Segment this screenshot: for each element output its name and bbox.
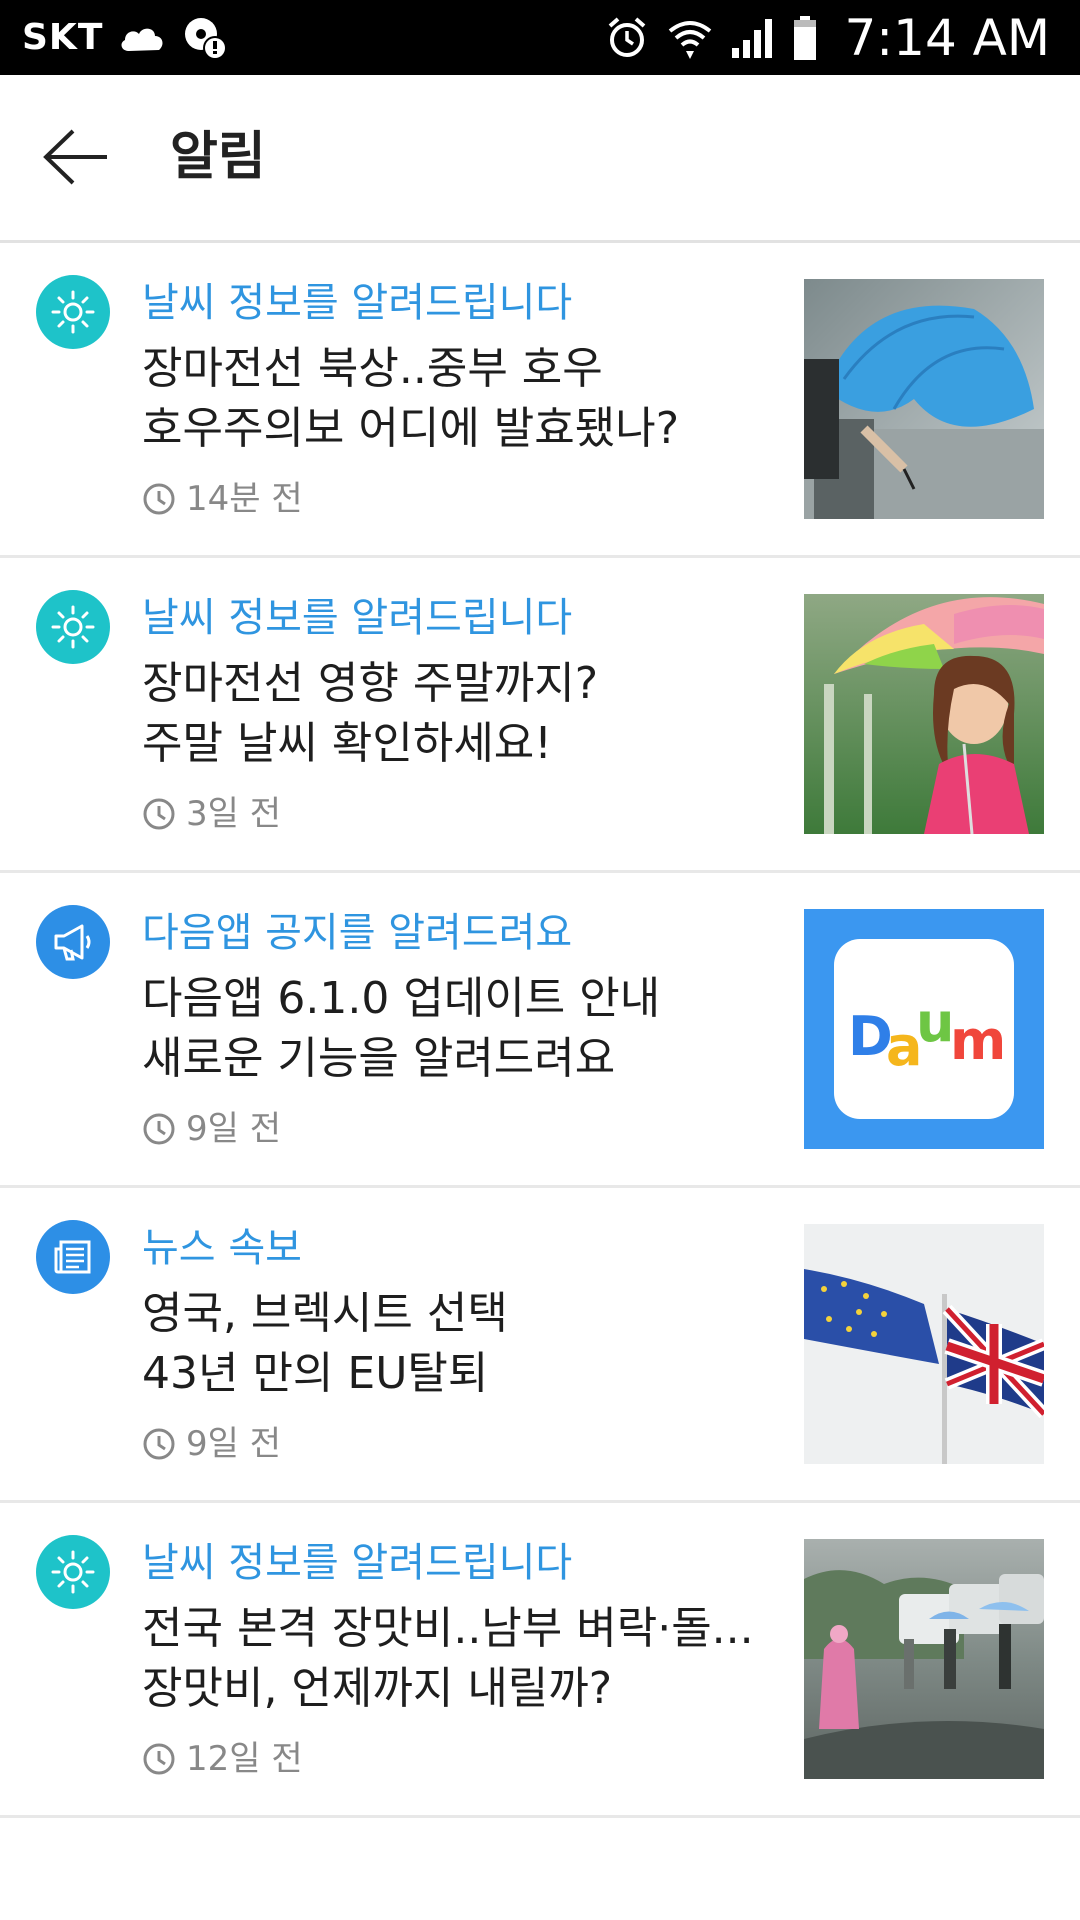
headline-line-1: 장마전선 북상..중부 호우 [142,343,603,394]
notification-category: 날씨 정보를 알려드립니다 [142,1540,573,1586]
time-ago-label: 3일 전 [186,794,281,834]
sun-icon [36,1535,110,1609]
notification-item[interactable]: 다음앱 공지를 알려드려요 다음앱 6.1.0 업데이트 안내 새로운 기능을 … [0,873,1080,1188]
notification-time: 12일 전 [142,1737,303,1781]
notification-headline: 영국, 브렉시트 선택 43년 만의 EU탈퇴 [142,1284,508,1404]
headline-line-2: 주말 날씨 확인하세요! [142,718,552,769]
headline-line-1: 장마전선 영향 주말까지? [142,658,599,709]
notification-headline: 장마전선 영향 주말까지? 주말 날씨 확인하세요! [142,654,598,774]
headline-line-2: 호우주의보 어디에 발효됐나? [142,403,680,454]
notification-item[interactable]: 날씨 정보를 알려드립니다 장마전선 북상..중부 호우 호우주의보 어디에 발… [0,243,1080,558]
storage-alert-icon [181,14,229,62]
app-bar: 알림 [0,75,1080,243]
alarm-icon [604,15,650,61]
carrier-label: SKT [22,17,104,58]
time-ago-label: 12일 전 [186,1739,303,1779]
notification-category: 뉴스 속보 [142,1225,302,1271]
page-title: 알림 [170,127,266,187]
notification-time: 3일 전 [142,792,281,836]
notification-category: 다음앱 공지를 알려드려요 [142,910,573,956]
headline-line-1: 다음앱 6.1.0 업데이트 안내 [142,973,661,1024]
notification-category: 날씨 정보를 알려드립니다 [142,595,573,641]
newspaper-icon [36,1220,110,1294]
battery-icon [792,15,818,61]
clock-icon [143,1113,175,1145]
cloud-icon [117,21,167,55]
notification-headline: 전국 본격 장맛비..남부 벼락·돌... 장맛비, 언제까지 내릴까? [142,1599,754,1719]
daum-logo: D a u m [804,909,1044,1149]
notification-headline: 다음앱 6.1.0 업데이트 안내 새로운 기능을 알려드려요 [142,969,660,1089]
rainy-street-photo [804,1539,1044,1779]
headline-line-1: 영국, 브렉시트 선택 [142,1288,508,1339]
notification-category: 날씨 정보를 알려드립니다 [142,280,573,326]
notification-headline: 장마전선 북상..중부 호우 호우주의보 어디에 발효됐나? [142,339,679,459]
svg-text:u: u [916,991,954,1054]
notification-time: 9일 전 [142,1107,281,1151]
headline-line-2: 새로운 기능을 알려드려요 [142,1033,616,1084]
megaphone-icon [36,905,110,979]
notification-item[interactable]: 날씨 정보를 알려드립니다 전국 본격 장맛비..남부 벼락·돌... 장맛비,… [0,1503,1080,1818]
eu-uk-flags-photo [804,1224,1044,1464]
headline-line-2: 43년 만의 EU탈퇴 [142,1348,489,1399]
clock-icon [143,483,175,515]
notification-list: 날씨 정보를 알려드립니다 장마전선 북상..중부 호우 호우주의보 어디에 발… [0,243,1080,1818]
woman-umbrella-photo [804,594,1044,834]
status-bar: SKT 7:14 AM [0,0,1080,75]
notification-time: 14분 전 [142,477,303,521]
wifi-icon [666,15,714,61]
arrow-left-icon [43,129,107,185]
clock-icon [143,1743,175,1775]
sun-icon [36,590,110,664]
notification-item[interactable]: 날씨 정보를 알려드립니다 장마전선 영향 주말까지? 주말 날씨 확인하세요!… [0,558,1080,873]
clock-icon [143,798,175,830]
notification-item[interactable]: 뉴스 속보 영국, 브렉시트 선택 43년 만의 EU탈퇴 9일 전 [0,1188,1080,1503]
signal-icon [730,16,776,60]
svg-text:m: m [950,1009,1006,1072]
clock-icon [143,1428,175,1460]
time-ago-label: 9일 전 [186,1109,281,1149]
time-ago-label: 14분 전 [186,479,303,519]
sun-icon [36,275,110,349]
umbrella-rain-photo [804,279,1044,519]
headline-line-1: 전국 본격 장맛비..남부 벼락·돌... [142,1603,754,1654]
clock-time: 7:14 AM [844,8,1050,67]
back-button[interactable] [36,123,116,191]
time-ago-label: 9일 전 [186,1424,281,1464]
headline-line-2: 장맛비, 언제까지 내릴까? [142,1663,613,1714]
notification-time: 9일 전 [142,1422,281,1466]
